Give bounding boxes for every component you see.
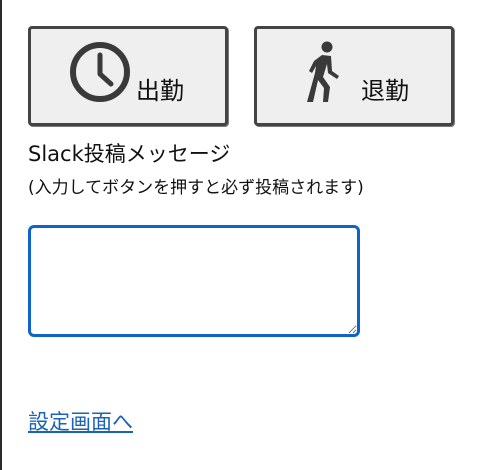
slack-message-note: (入力してボタンを押すと必ず投稿されます): [28, 178, 364, 198]
clock-icon: [70, 42, 130, 102]
checkout-button[interactable]: 退勤: [254, 26, 454, 126]
checkin-label: 出勤: [136, 77, 184, 105]
walking-person-icon: [307, 41, 339, 102]
checkout-label: 退勤: [361, 77, 409, 105]
slack-message-input[interactable]: [28, 225, 360, 337]
settings-link[interactable]: 設定画面へ: [28, 408, 133, 436]
left-border: [0, 0, 2, 470]
checkin-button[interactable]: 出勤: [28, 26, 228, 126]
slack-message-title: Slack投稿メッセージ: [28, 142, 231, 166]
